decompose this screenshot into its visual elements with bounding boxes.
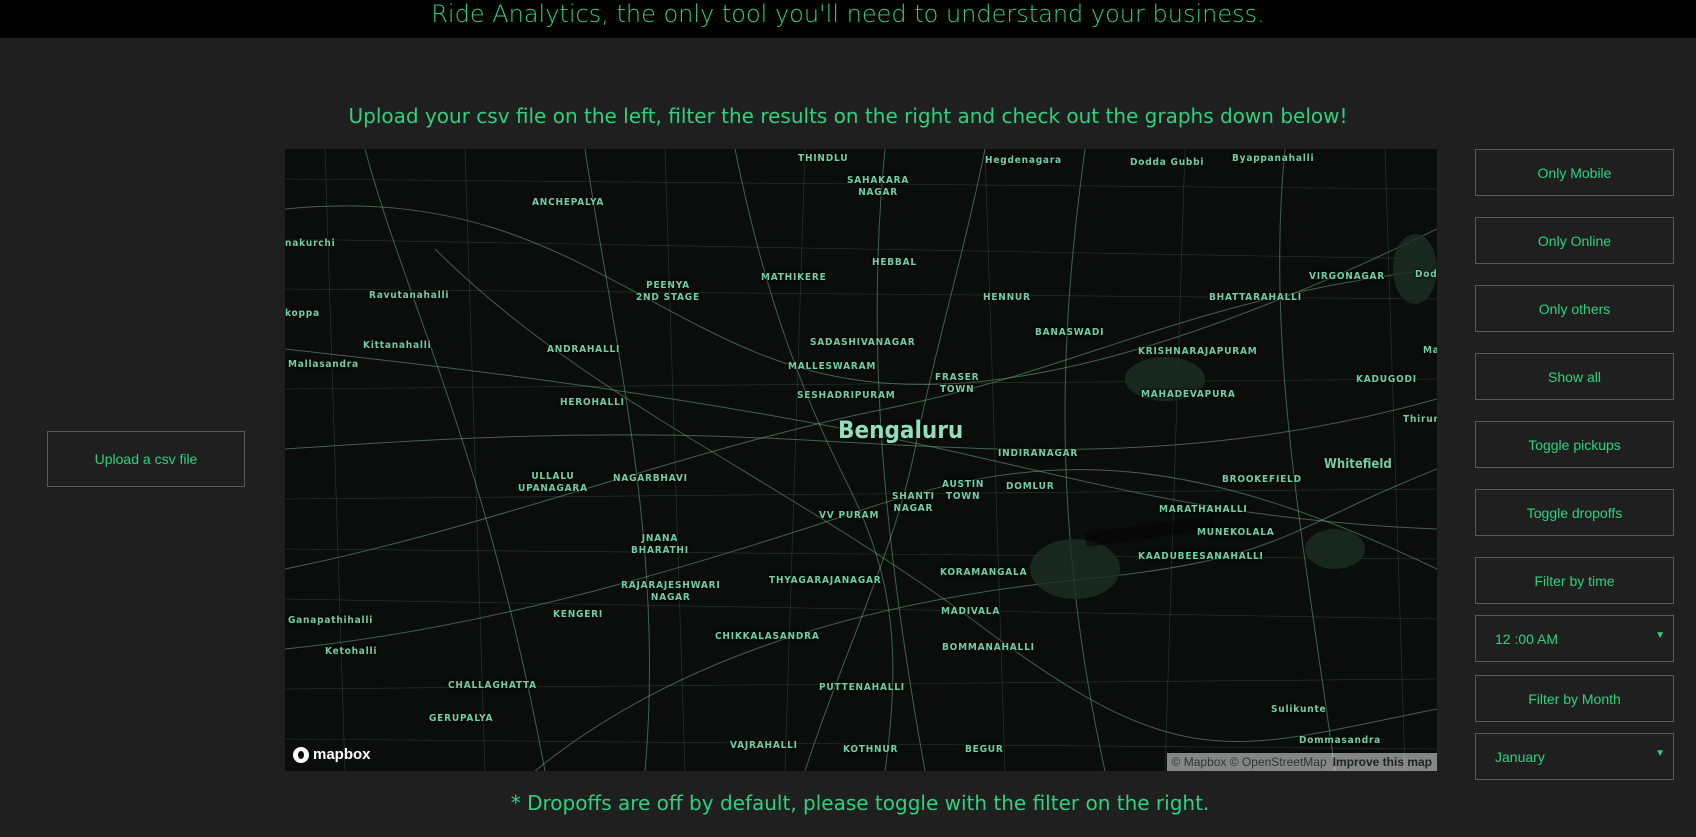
map-label-kaadubeesanahalli: KAADUBEESANAHALLI [1138,551,1264,562]
map-label-hennur: HENNUR [983,292,1031,303]
map-label-sadashivanagar: SADASHIVANAGAR [810,337,916,348]
mapbox-logo[interactable]: mapbox [293,746,371,763]
filter-by-month-button[interactable]: Filter by Month [1475,675,1674,722]
map-label-virgonagar: VIRGONAGAR [1309,271,1386,282]
map-label-sahakara-nagar: SAHAKARA NAGAR [847,175,910,198]
only-mobile-button[interactable]: Only Mobile [1475,149,1674,196]
map-label-ullalu: ULLALU UPANAGARA [518,471,588,494]
map-label-munekolala: MUNEKOLALA [1197,527,1275,538]
map-label-hegdenagara: Hegdenagara [985,155,1062,166]
map-label-challaghatta: CHALLAGHATTA [448,680,537,691]
map-attribution: © Mapbox © OpenStreetMap Improve this ma… [1166,753,1437,771]
map-label-herohalli: HEROHALLI [560,397,625,408]
attribution-text[interactable]: © Mapbox © OpenStreetMap [1172,755,1327,769]
instructions-text: Upload your csv file on the left, filter… [348,104,1348,128]
map-label-bengaluru: Bengaluru [838,416,964,444]
time-select-value: 12 :00 AM [1495,630,1559,647]
header-bar: Ride Analytics, the only tool you'll nee… [0,0,1696,38]
map-label-madivala: MADIVALA [941,606,1001,617]
map-label-ma: Ma [1423,345,1437,356]
map-label-kothnur: KOTHNUR [843,744,899,755]
upload-csv-button[interactable]: Upload a csv file [47,431,245,487]
app-title: Ride Analytics, the only tool you'll nee… [431,0,1265,28]
map-label-koppa: koppa [285,308,320,319]
map-label-fraser-town: FRASER TOWN [935,372,980,395]
map-label-peenya: PEENYA 2ND STAGE [636,280,700,303]
map-label-dodd: Dodd [1415,269,1437,280]
map-label-banaswadi: BANASWADI [1035,327,1105,338]
map-view[interactable]: THINDLU Hegdenagara Dodda Gubbi Byappana… [285,149,1437,771]
map-label-mathikere: MATHIKERE [761,272,827,283]
map-label-shanti-nagar: SHANTI NAGAR [892,491,935,514]
map-label-marathahalli: MARATHAHALLI [1159,504,1248,515]
map-label-vv-puram: VV PURAM [819,510,880,521]
map-label-rajarajeshwari: RAJARAJESHWARI NAGAR [621,580,721,603]
map-label-byappanahalli: Byappanahalli [1232,153,1315,164]
map-label-sulikunte: Sulikunte [1271,704,1327,715]
show-all-button[interactable]: Show all [1475,353,1674,400]
map-label-koramangala: KORAMANGALA [940,567,1028,578]
improve-map-link[interactable]: Improve this map [1333,755,1432,769]
map-label-kadugodi: KADUGODI [1356,374,1417,385]
map-label-dodda-gubbi: Dodda Gubbi [1130,157,1205,168]
map-label-malleswaram: MALLESWARAM [788,361,877,372]
map-label-whitefield: Whitefield [1324,457,1392,472]
map-label-krishnarajapuram: KRISHNARAJAPURAM [1138,346,1258,357]
map-label-ganapathihalli: Ganapathihalli [288,615,374,626]
map-label-nakurchi: nakurchi [285,238,336,249]
month-select-value: January [1495,748,1545,765]
only-others-button[interactable]: Only others [1475,285,1674,332]
map-label-vajrahalli: VAJRAHALLI [730,740,798,751]
map-label-seshadripuram: SESHADRIPURAM [797,390,896,401]
toggle-pickups-button[interactable]: Toggle pickups [1475,421,1674,468]
map-label-ravutanahalli: Ravutanahalli [369,290,450,301]
map-label-indiranagar: INDIRANAGAR [998,448,1079,459]
map-roads [285,149,1437,771]
map-label-austin-town: AUSTIN TOWN [942,479,985,502]
map-label-dommasandra: Dommasandra [1299,735,1382,746]
map-label-puttenahalli: PUTTENAHALLI [819,682,905,693]
map-label-bommanahalli: BOMMANAHALLI [942,642,1035,653]
map-label-kittanahalli: Kittanahalli [363,340,432,351]
map-label-nagarbhavi: NAGARBHAVI [613,473,688,484]
map-label-anchepalya: ANCHEPALYA [532,197,605,208]
map-label-mahadevapura: MAHADEVAPURA [1141,389,1236,400]
map-label-kengeri: KENGERI [553,609,604,620]
chevron-down-icon: ▼ [1655,630,1665,641]
time-select[interactable]: 12 :00 AM ▼ [1475,615,1674,662]
dropoffs-note: * Dropoffs are off by default, please to… [510,791,1210,815]
map-label-thindlu: THINDLU [798,153,849,164]
mapbox-logo-text: mapbox [313,746,371,763]
map-label-thirum: Thirum [1403,414,1437,425]
map-label-begur: BEGUR [965,744,1004,755]
map-label-thyagarajanagar: THYAGARAJANAGAR [769,575,882,586]
map-label-hebbal: HEBBAL [872,257,917,268]
month-select[interactable]: January ▼ [1475,733,1674,780]
mapbox-icon [293,746,309,763]
map-label-brookefield: BROOKEFIELD [1222,474,1302,485]
toggle-dropoffs-button[interactable]: Toggle dropoffs [1475,489,1674,536]
map-label-domlur: DOMLUR [1006,481,1055,492]
map-label-jnana-bharathi: JNANA BHARATHI [631,533,689,556]
map-label-chikkalasandra: CHIKKALASANDRA [715,631,820,642]
map-label-ketohalli: Ketohalli [325,646,378,657]
map-label-andrahalli: ANDRAHALLI [547,344,621,355]
chevron-down-icon: ▼ [1655,748,1665,759]
only-online-button[interactable]: Only Online [1475,217,1674,264]
map-label-bhattarahalli: BHATTARAHALLI [1209,292,1302,303]
map-label-gerupalya: GERUPALYA [429,713,494,724]
map-label-mallasandra: Mallasandra [288,359,359,370]
filter-by-time-button[interactable]: Filter by time [1475,557,1674,604]
